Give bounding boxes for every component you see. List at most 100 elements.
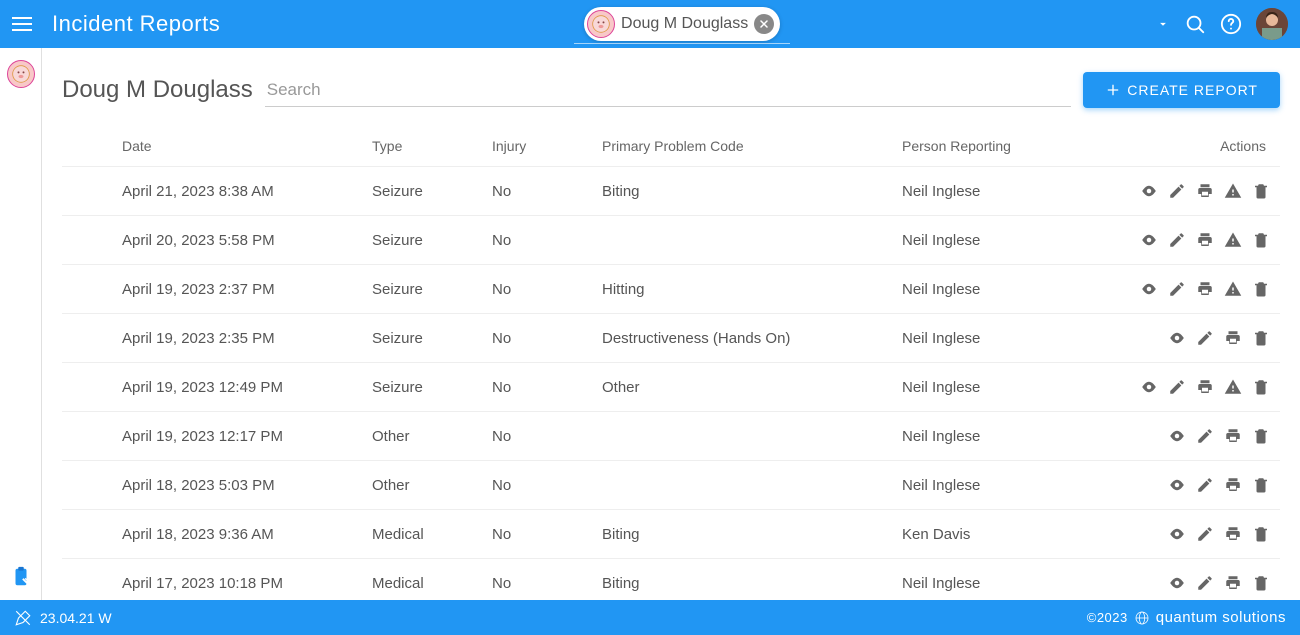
cell-type: Seizure — [372, 379, 492, 396]
view-icon[interactable] — [1168, 574, 1186, 592]
delete-icon[interactable] — [1252, 427, 1270, 445]
col-date[interactable]: Date — [122, 138, 372, 154]
cell-type: Seizure — [372, 183, 492, 200]
cell-reporter: Neil Inglese — [902, 428, 1132, 445]
avatar-icon — [587, 10, 615, 38]
row-actions — [1132, 574, 1280, 592]
delete-icon[interactable] — [1252, 231, 1270, 249]
version-label: 23.04.21 W — [40, 610, 112, 626]
warning-icon[interactable] — [1224, 182, 1242, 200]
cell-problem: Hitting — [602, 281, 902, 298]
table-row[interactable]: April 20, 2023 5:58 PMSeizureNoNeil Ingl… — [62, 215, 1280, 264]
view-icon[interactable] — [1168, 476, 1186, 494]
cell-date: April 17, 2023 10:18 PM — [122, 575, 372, 592]
cell-type: Other — [372, 428, 492, 445]
cell-type: Medical — [372, 575, 492, 592]
col-injury[interactable]: Injury — [492, 138, 602, 154]
edit-icon[interactable] — [1196, 427, 1214, 445]
cell-injury: No — [492, 575, 602, 592]
row-actions — [1132, 427, 1280, 445]
warning-icon[interactable] — [1224, 280, 1242, 298]
warning-icon[interactable] — [1224, 378, 1242, 396]
print-icon[interactable] — [1224, 476, 1242, 494]
cell-problem: Biting — [602, 526, 902, 543]
print-icon[interactable] — [1196, 182, 1214, 200]
view-icon[interactable] — [1140, 280, 1158, 298]
user-avatar[interactable] — [1256, 8, 1288, 40]
cell-injury: No — [492, 330, 602, 347]
table-body: April 21, 2023 8:38 AMSeizureNoBitingNei… — [62, 166, 1280, 600]
cell-date: April 21, 2023 8:38 AM — [122, 183, 372, 200]
search-icon[interactable] — [1184, 13, 1206, 35]
cell-injury: No — [492, 281, 602, 298]
table-row[interactable]: April 17, 2023 10:18 PMMedicalNoBitingNe… — [62, 558, 1280, 600]
search-input[interactable] — [265, 74, 1072, 107]
table-row[interactable]: April 19, 2023 12:17 PMOtherNoNeil Ingle… — [62, 411, 1280, 460]
delete-icon[interactable] — [1252, 378, 1270, 396]
cell-type: Medical — [372, 526, 492, 543]
person-chip[interactable]: Doug M Douglass — [584, 7, 780, 41]
edit-icon[interactable] — [1196, 574, 1214, 592]
table-row[interactable]: April 19, 2023 2:35 PMSeizureNoDestructi… — [62, 313, 1280, 362]
cell-date: April 20, 2023 5:58 PM — [122, 232, 372, 249]
print-icon[interactable] — [1224, 427, 1242, 445]
cell-injury: No — [492, 232, 602, 249]
close-icon[interactable] — [754, 14, 774, 34]
table-row[interactable]: April 19, 2023 12:49 PMSeizureNoOtherNei… — [62, 362, 1280, 411]
edit-icon[interactable] — [1196, 525, 1214, 543]
col-problem[interactable]: Primary Problem Code — [602, 138, 902, 154]
edit-icon[interactable] — [1196, 329, 1214, 347]
view-icon[interactable] — [1140, 231, 1158, 249]
edit-icon[interactable] — [1196, 476, 1214, 494]
view-icon[interactable] — [1168, 427, 1186, 445]
page-title: Incident Reports — [52, 11, 220, 37]
view-icon[interactable] — [1140, 378, 1158, 396]
delete-icon[interactable] — [1252, 476, 1270, 494]
table-row[interactable]: April 18, 2023 5:03 PMOtherNoNeil Ingles… — [62, 460, 1280, 509]
menu-icon[interactable] — [12, 12, 36, 36]
create-report-button[interactable]: CREATE REPORT — [1083, 72, 1280, 108]
print-icon[interactable] — [1224, 525, 1242, 543]
table-row[interactable]: April 21, 2023 8:38 AMSeizureNoBitingNei… — [62, 166, 1280, 215]
top-bar: Incident Reports Doug M Douglass — [0, 0, 1300, 48]
col-type[interactable]: Type — [372, 138, 492, 154]
print-icon[interactable] — [1196, 231, 1214, 249]
print-icon[interactable] — [1224, 574, 1242, 592]
cell-problem: Other — [602, 379, 902, 396]
cell-problem: Biting — [602, 575, 902, 592]
view-icon[interactable] — [1168, 329, 1186, 347]
clipboard-icon[interactable] — [10, 566, 32, 588]
copyright: ©2023 — [1087, 610, 1128, 625]
cell-injury: No — [492, 477, 602, 494]
col-reporter[interactable]: Person Reporting — [902, 138, 1132, 154]
row-actions — [1132, 182, 1280, 200]
delete-icon[interactable] — [1252, 329, 1270, 347]
edit-icon[interactable] — [1168, 182, 1186, 200]
reports-table: Date Type Injury Primary Problem Code Pe… — [62, 126, 1280, 600]
delete-icon[interactable] — [1252, 280, 1270, 298]
delete-icon[interactable] — [1252, 574, 1270, 592]
cell-injury: No — [492, 526, 602, 543]
print-icon[interactable] — [1224, 329, 1242, 347]
delete-icon[interactable] — [1252, 525, 1270, 543]
table-row[interactable]: April 19, 2023 2:37 PMSeizureNoHittingNe… — [62, 264, 1280, 313]
warning-icon[interactable] — [1224, 231, 1242, 249]
cell-injury: No — [492, 183, 602, 200]
row-actions — [1132, 280, 1280, 298]
rail-avatar-icon[interactable] — [7, 60, 35, 88]
edit-icon[interactable] — [1168, 280, 1186, 298]
edit-icon[interactable] — [1168, 231, 1186, 249]
cell-date: April 19, 2023 12:17 PM — [122, 428, 372, 445]
view-icon[interactable] — [1168, 525, 1186, 543]
print-icon[interactable] — [1196, 378, 1214, 396]
table-header: Date Type Injury Primary Problem Code Pe… — [62, 126, 1280, 166]
dropdown-icon[interactable] — [1156, 17, 1170, 31]
edit-icon[interactable] — [1168, 378, 1186, 396]
col-actions: Actions — [1132, 138, 1280, 154]
help-icon[interactable] — [1220, 13, 1242, 35]
table-row[interactable]: April 18, 2023 9:36 AMMedicalNoBitingKen… — [62, 509, 1280, 558]
edit-footer-icon[interactable] — [14, 609, 32, 627]
view-icon[interactable] — [1140, 182, 1158, 200]
print-icon[interactable] — [1196, 280, 1214, 298]
delete-icon[interactable] — [1252, 182, 1270, 200]
